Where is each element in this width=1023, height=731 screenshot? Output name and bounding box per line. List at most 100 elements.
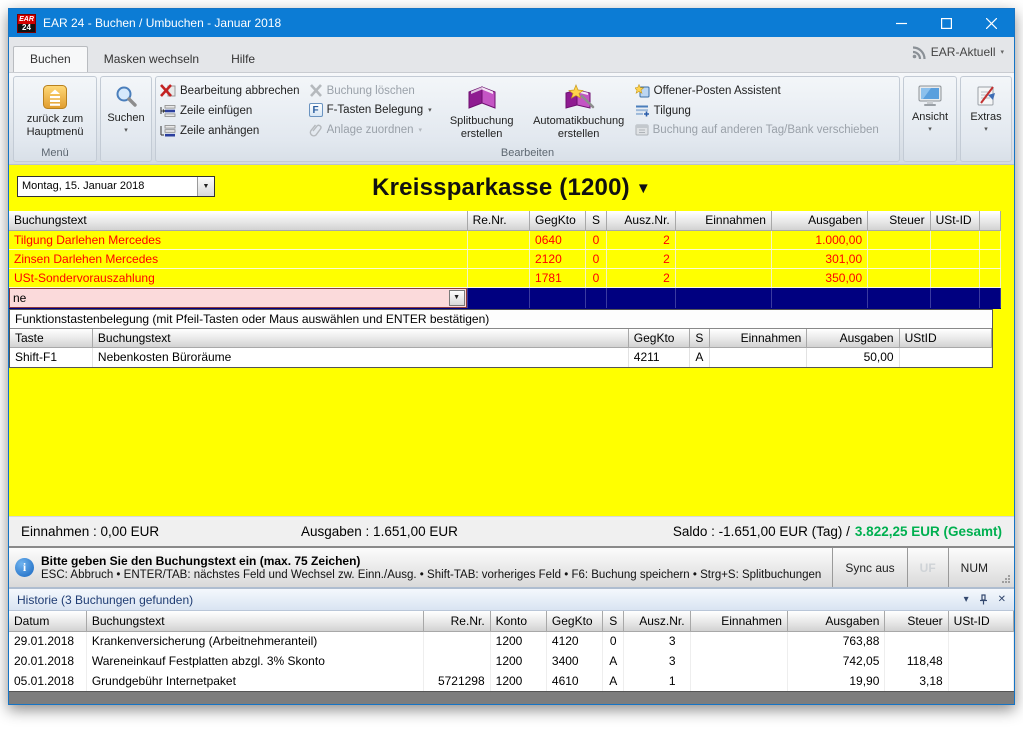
date-combobox[interactable]: Montag, 15. Januar 2018 ▼ bbox=[17, 176, 215, 197]
summary-einnahmen: Einnahmen : 0,00 EUR bbox=[21, 524, 160, 539]
monitor-icon bbox=[918, 85, 942, 106]
suchen-label: Suchen bbox=[107, 112, 145, 124]
chevron-down-icon: ▾ bbox=[928, 126, 932, 133]
automatikbuchung-label: Automatikbuchung erstellen bbox=[533, 115, 625, 140]
col-steuer: Steuer bbox=[884, 611, 949, 632]
ear-aktuell-button[interactable]: EAR-Aktuell ▾ bbox=[912, 45, 1004, 59]
sync-status[interactable]: Sync aus bbox=[832, 548, 906, 587]
offener-posten-label: Offener-Posten Assistent bbox=[653, 85, 781, 97]
offener-posten-assistent-button[interactable]: Offener-Posten Assistent bbox=[633, 83, 884, 99]
group-label-menu: Menü bbox=[41, 147, 69, 159]
buchung-loeschen-label: Buchung löschen bbox=[326, 84, 415, 97]
ribbon-tab-strip: Buchen Masken wechseln Hilfe EAR-Aktuell… bbox=[9, 37, 1014, 73]
summary-saldo: Saldo : -1.651,00 EUR (Tag) / 3.822,25 EU… bbox=[673, 524, 1002, 539]
ansicht-label: Ansicht bbox=[911, 111, 949, 123]
uf-indicator: UF bbox=[906, 548, 948, 587]
col-buchungstext: Buchungstext bbox=[86, 611, 425, 632]
date-dropdown-button[interactable]: ▼ bbox=[197, 177, 214, 196]
ansicht-button[interactable]: Ansicht ▾ bbox=[906, 79, 954, 146]
f-key-icon: F bbox=[308, 103, 323, 117]
tab-masken-wechseln[interactable]: Masken wechseln bbox=[88, 47, 215, 72]
splitbuchung-erstellen-button[interactable]: Splitbuchung erstellen bbox=[439, 79, 525, 146]
col-ausznr: Ausz.Nr. bbox=[606, 211, 676, 231]
chevron-down-icon: ▾ bbox=[418, 127, 423, 134]
buchungstext-combobox[interactable]: ▼ bbox=[9, 287, 467, 307]
col-einnahmen: Einnahmen bbox=[675, 211, 772, 231]
suchen-button[interactable]: Suchen ▾ bbox=[103, 79, 149, 146]
history-close-button[interactable]: ✕ bbox=[998, 594, 1006, 605]
booking-header: Montag, 15. Januar 2018 ▼ Kreissparkasse… bbox=[9, 165, 1014, 211]
zeile-anhaengen-label: Zeile anhängen bbox=[180, 125, 260, 137]
f-tasten-belegung-label: F-Tasten Belegung bbox=[326, 104, 424, 116]
tilgung-button[interactable]: Tilgung bbox=[633, 103, 884, 118]
ribbon-group-ansicht: Ansicht ▾ bbox=[903, 76, 957, 162]
status-message: Bitte geben Sie den Buchungstext ein (ma… bbox=[41, 554, 361, 568]
zeile-einfuegen-button[interactable]: Zeile einfügen bbox=[158, 103, 305, 119]
chevron-down-icon: ▾ bbox=[428, 107, 432, 114]
history-bottom-bar bbox=[9, 691, 1014, 704]
tab-buchen[interactable]: Buchen bbox=[13, 46, 88, 72]
col-renr: Re.Nr. bbox=[423, 611, 491, 632]
booking-row[interactable]: Tilgung Darlehen Mercedes 0640 02 1.000,0… bbox=[9, 230, 1001, 250]
ear-aktuell-label: EAR-Aktuell bbox=[930, 45, 996, 59]
anlage-zuordnen-label: Anlage zuordnen bbox=[326, 124, 414, 136]
window-title: EAR 24 - Buchen / Umbuchen - Januar 2018 bbox=[43, 16, 282, 30]
summary-bar: Einnahmen : 0,00 EUR Ausgaben : 1.651,00… bbox=[9, 516, 1014, 546]
buchungstext-dropdown-button[interactable]: ▼ bbox=[448, 289, 465, 306]
col-gegkto: GegKto bbox=[529, 211, 586, 231]
chevron-down-icon: ▾ bbox=[124, 127, 128, 134]
col-ausznr: Ausz.Nr. bbox=[623, 611, 691, 632]
col-steuer: Steuer bbox=[867, 211, 931, 231]
zeile-anhaengen-button[interactable]: Zeile anhängen bbox=[158, 123, 305, 139]
delete-booking-icon bbox=[309, 84, 322, 97]
col-ustid: USt-ID bbox=[930, 211, 981, 231]
caret-down-icon: ▼ bbox=[453, 294, 461, 301]
fkeys-row[interactable]: Shift-F1 Nebenkosten Büroräume 4211 A 50,0… bbox=[10, 347, 992, 367]
back-to-mainmenu-label: zurück zum Hauptmenü bbox=[26, 113, 84, 138]
maximize-icon bbox=[941, 17, 952, 29]
ribbon-group-extras: Extras ▾ bbox=[960, 76, 1012, 162]
booking-row[interactable]: Zinsen Darlehen Mercedes 2120 02 301,00 bbox=[9, 249, 1001, 269]
history-panel: Historie (3 Buchungen gefunden) ▾ ✕ Datu… bbox=[9, 587, 1015, 704]
extras-button[interactable]: Extras ▾ bbox=[963, 79, 1009, 146]
insert-row-icon bbox=[160, 105, 176, 117]
close-button[interactable] bbox=[969, 9, 1014, 37]
tilgung-label: Tilgung bbox=[653, 104, 691, 117]
history-row[interactable]: 05.01.2018 Grundgebühr Internetpaket 57212… bbox=[9, 671, 1015, 691]
caret-down-icon: ▾ bbox=[963, 594, 969, 605]
tilgung-icon bbox=[635, 105, 649, 117]
history-row[interactable]: 20.01.2018 Wareneinkauf Festplatten abzgl… bbox=[9, 651, 1015, 671]
history-row[interactable]: 29.01.2018 Krankenversicherung (Arbeitneh… bbox=[9, 631, 1015, 651]
col-ustid: UStID bbox=[899, 328, 992, 348]
pencil-page-icon bbox=[977, 86, 995, 106]
saldo-gesamt: 3.822,25 EUR (Gesamt) bbox=[854, 524, 1002, 539]
col-taste: Taste bbox=[10, 328, 93, 348]
resize-grip[interactable] bbox=[1000, 548, 1014, 587]
buchungstext-input[interactable] bbox=[10, 288, 448, 307]
extras-label: Extras bbox=[970, 111, 1002, 123]
col-ausgaben: Ausgaben bbox=[787, 611, 886, 632]
active-entry-row[interactable]: ▼ bbox=[9, 287, 1001, 309]
split-booking-icon bbox=[468, 86, 496, 109]
logo-bottom-text: 24 bbox=[18, 23, 35, 32]
tab-hilfe[interactable]: Hilfe bbox=[215, 47, 271, 72]
f-tasten-belegung-button[interactable]: F F-Tasten Belegung ▾ bbox=[307, 102, 437, 118]
status-bar: i Bitte geben Sie den Buchungstext ein (… bbox=[9, 546, 1014, 587]
maximize-button[interactable] bbox=[924, 9, 969, 37]
pin-icon[interactable] bbox=[979, 594, 988, 605]
minimize-button[interactable] bbox=[879, 9, 924, 37]
close-icon: ✕ bbox=[997, 594, 1006, 605]
append-row-icon bbox=[160, 125, 176, 137]
ribbon-group-menu: zurück zum Hauptmenü Menü bbox=[13, 76, 97, 162]
automatikbuchung-erstellen-button[interactable]: Automatikbuchung erstellen bbox=[527, 79, 631, 146]
bearbeitung-abbrechen-button[interactable]: Bearbeitung abbrechen bbox=[158, 83, 305, 99]
bearbeitung-abbrechen-label: Bearbeitung abbrechen bbox=[180, 85, 300, 97]
group-label-bearbeiten: Bearbeiten bbox=[500, 147, 555, 159]
function-key-panel-title: Funktionstastenbelegung (mit Pfeil-Taste… bbox=[10, 309, 992, 329]
buchung-verschieben-button: Buchung auf anderen Tag/Bank verschieben bbox=[633, 122, 884, 137]
anlage-zuordnen-button: Anlage zuordnen ▾ bbox=[307, 122, 437, 138]
booking-row[interactable]: USt-Sondervorauszahlung 1781 02 350,00 bbox=[9, 268, 1001, 288]
history-menu-button[interactable]: ▾ bbox=[964, 594, 969, 605]
summary-ausgaben: Ausgaben : 1.651,00 EUR bbox=[301, 524, 458, 539]
back-to-mainmenu-button[interactable]: zurück zum Hauptmenü bbox=[16, 79, 94, 146]
